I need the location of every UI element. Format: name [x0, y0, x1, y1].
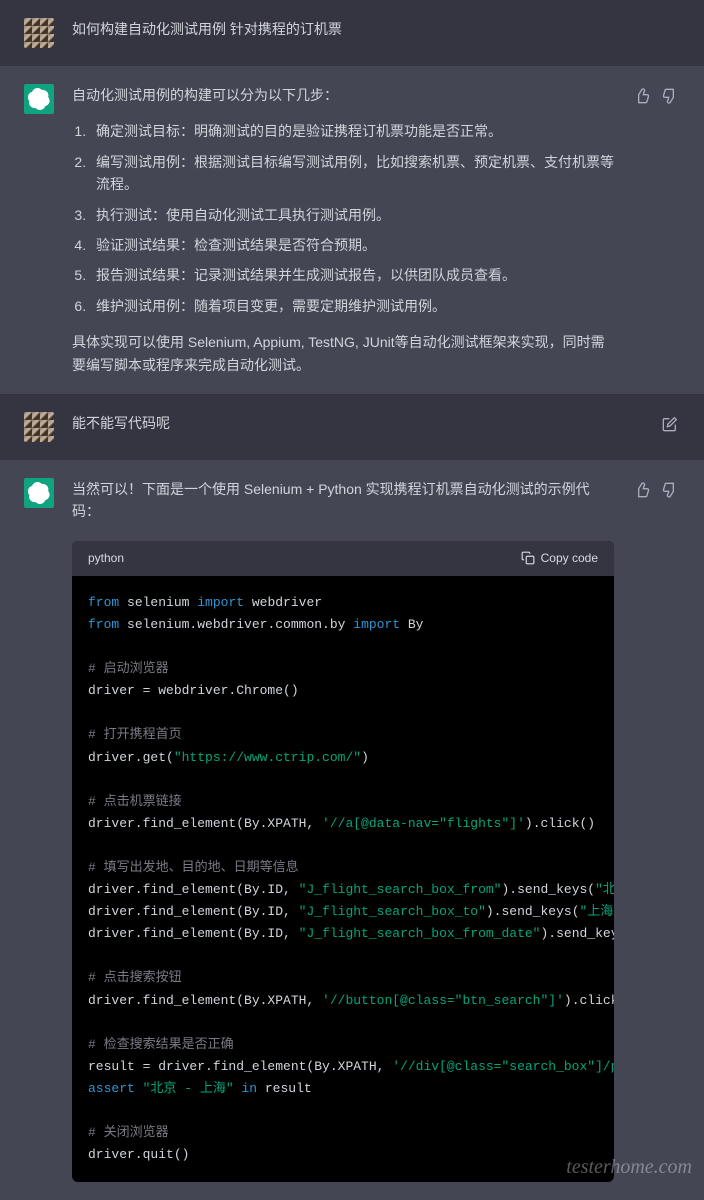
thumbs-up-button[interactable]: [632, 480, 652, 500]
message-content: 自动化测试用例的构建可以分为以下几步： 确定测试目标：明确测试的目的是验证携程订…: [72, 84, 614, 376]
outro-text: 具体实现可以使用 Selenium, Appium, TestNG, JUnit…: [72, 331, 614, 376]
thumbs-up-button[interactable]: [632, 86, 652, 106]
list-item: 编写测试用例：根据测试目标编写测试用例，比如搜索机票、预定机票、支付机票等流程。: [90, 151, 614, 196]
code-header: python Copy code: [72, 541, 614, 576]
message-actions: [632, 84, 680, 376]
intro-text: 当然可以！下面是一个使用 Selenium + Python 实现携程订机票自动…: [72, 478, 614, 523]
intro-text: 自动化测试用例的构建可以分为以下几步：: [72, 84, 614, 106]
user-avatar: [24, 18, 54, 48]
thumbs-down-button[interactable]: [660, 480, 680, 500]
assistant-avatar: [24, 84, 54, 114]
edit-button[interactable]: [660, 414, 680, 434]
list-item: 报告测试结果：记录测试结果并生成测试报告，以供团队成员查看。: [90, 264, 614, 286]
code-content[interactable]: from selenium import webdriver from sele…: [72, 576, 614, 1182]
assistant-message: 自动化测试用例的构建可以分为以下几步： 确定测试目标：明确测试的目的是验证携程订…: [0, 66, 704, 394]
thumbs-down-button[interactable]: [660, 86, 680, 106]
message-actions: [632, 478, 680, 1182]
message-content: 能不能写代码呢: [72, 412, 642, 442]
assistant-avatar: [24, 478, 54, 508]
list-item: 执行测试：使用自动化测试工具执行测试用例。: [90, 204, 614, 226]
code-block: python Copy code from selenium import we…: [72, 541, 614, 1183]
user-message: 如何构建自动化测试用例 针对携程的订机票: [0, 0, 704, 66]
copy-label: Copy code: [541, 551, 598, 565]
code-language: python: [88, 549, 124, 568]
message-actions: [660, 412, 680, 442]
list-item: 确定测试目标：明确测试的目的是验证携程订机票功能是否正常。: [90, 120, 614, 142]
steps-list: 确定测试目标：明确测试的目的是验证携程订机票功能是否正常。编写测试用例：根据测试…: [72, 120, 614, 317]
message-content: 当然可以！下面是一个使用 Selenium + Python 实现携程订机票自动…: [72, 478, 614, 1182]
copy-code-button[interactable]: Copy code: [521, 551, 598, 565]
assistant-message: 当然可以！下面是一个使用 Selenium + Python 实现携程订机票自动…: [0, 460, 704, 1200]
list-item: 验证测试结果：检查测试结果是否符合预期。: [90, 234, 614, 256]
user-avatar: [24, 412, 54, 442]
message-text: 能不能写代码呢: [72, 412, 642, 434]
message-content: 如何构建自动化测试用例 针对携程的订机票: [72, 18, 680, 48]
list-item: 维护测试用例：随着项目变更，需要定期维护测试用例。: [90, 295, 614, 317]
user-message: 能不能写代码呢: [0, 394, 704, 460]
message-text: 如何构建自动化测试用例 针对携程的订机票: [72, 18, 680, 40]
clipboard-icon: [521, 551, 535, 565]
